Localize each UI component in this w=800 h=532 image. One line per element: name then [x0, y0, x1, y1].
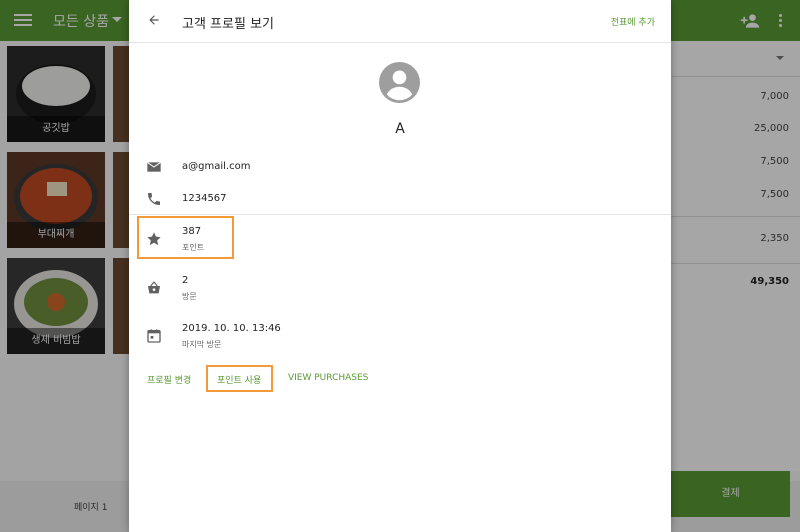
- dialog-header: 고객 프로필 보기 전표에 추가: [129, 0, 671, 43]
- edit-profile-button[interactable]: 프로필 변경: [147, 373, 191, 386]
- use-points-highlight: [206, 365, 273, 392]
- customer-name: A: [395, 121, 405, 137]
- dialog-title: 고객 프로필 보기: [182, 17, 274, 32]
- customer-profile-dialog: 고객 프로필 보기 전표에 추가 A a@gmail.com 1234567 3…: [129, 0, 671, 532]
- basket-icon: [148, 281, 160, 294]
- last-visit-label: 마지막 방문: [182, 340, 222, 349]
- last-visit-value: 2019. 10. 10. 13:46: [182, 323, 281, 334]
- calendar-icon: [147, 329, 161, 343]
- view-purchases-button[interactable]: VIEW PURCHASES: [288, 373, 368, 383]
- add-to-slip-button[interactable]: 전표에 추가: [611, 15, 655, 28]
- points-highlight: [137, 216, 234, 259]
- phone-value: 1234567: [182, 193, 227, 204]
- avatar-icon: [379, 62, 420, 103]
- visits-value: 2: [182, 275, 189, 286]
- email-value: a@gmail.com: [182, 161, 251, 172]
- visits-label: 방문: [182, 292, 197, 301]
- back-arrow-icon[interactable]: [147, 13, 161, 27]
- section-divider: [129, 214, 671, 215]
- phone-icon: [148, 193, 160, 205]
- email-icon: [147, 161, 161, 172]
